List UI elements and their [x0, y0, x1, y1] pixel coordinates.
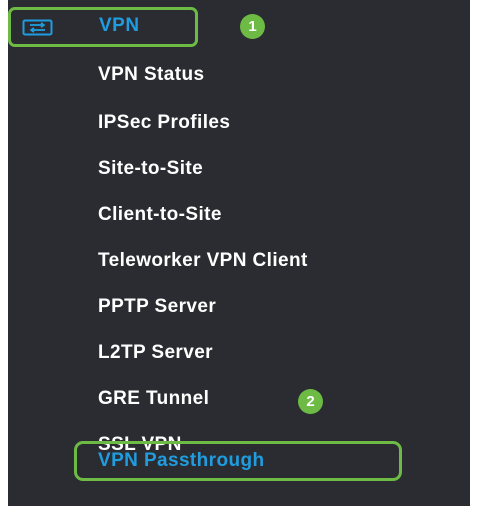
sidebar-item-teleworker-vpn-client[interactable]: Teleworker VPN Client [98, 250, 308, 272]
callout-badge-1: 1 [240, 14, 265, 39]
sidebar-item-l2tp-server[interactable]: L2TP Server [98, 342, 213, 364]
callout-badge-2: 2 [298, 389, 323, 414]
vpn-menu-header[interactable]: VPN [8, 7, 198, 47]
vpn-menu-label: VPN [99, 15, 140, 36]
sidebar-item-ipsec-profiles[interactable]: IPSec Profiles [98, 112, 230, 134]
sidebar-item-site-to-site[interactable]: Site-to-Site [98, 158, 203, 180]
sidebar-item-pptp-server[interactable]: PPTP Server [98, 296, 216, 318]
vpn-icon [22, 19, 53, 36]
sidebar-item-gre-tunnel[interactable]: GRE Tunnel [98, 388, 209, 410]
vpn-sidebar-menu: VPN 1 VPN Status IPSec Profiles Site-to-… [8, 0, 470, 506]
sidebar-item-vpn-status[interactable]: VPN Status [98, 64, 204, 86]
sidebar-item-client-to-site[interactable]: Client-to-Site [98, 204, 222, 226]
sidebar-item-vpn-passthrough[interactable]: VPN Passthrough [98, 450, 264, 472]
